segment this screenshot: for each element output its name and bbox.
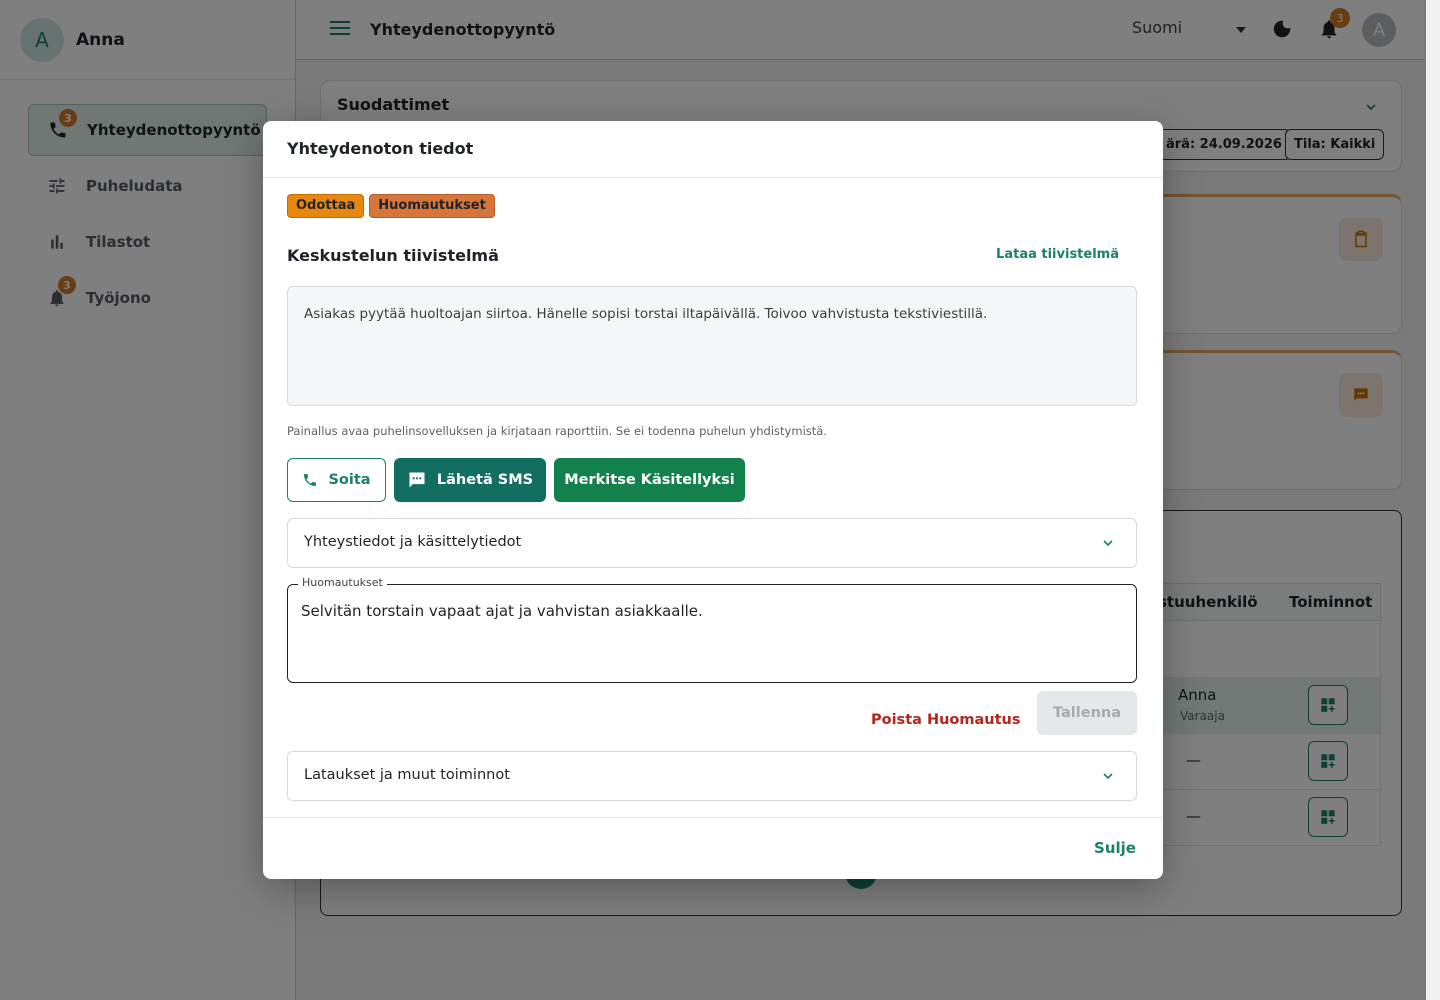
contact-details-dialog: Yhteydenoton tiedot Odottaa Huomautukset …	[263, 121, 1163, 879]
scrollbar[interactable]	[1426, 0, 1440, 1000]
dialog-title: Yhteydenoton tiedot	[263, 121, 1163, 178]
chevron-down-icon	[1100, 535, 1116, 555]
action-buttons: Soita Lähetä SMS Merkitse Käsitellyksi	[287, 458, 753, 502]
summary-title: Keskustelun tiivistelmä	[287, 246, 499, 265]
call-button-label: Soita	[328, 472, 371, 488]
mark-handled-button[interactable]: Merkitse Käsitellyksi	[554, 458, 745, 502]
downloads-accordion[interactable]: Lataukset ja muut toiminnot	[287, 751, 1137, 801]
status-badge: Odottaa	[287, 194, 365, 218]
sms-icon	[409, 472, 425, 488]
accordion-label: Yhteystiedot ja käsittelytiedot	[304, 534, 522, 550]
dialog-footer: Sulje	[263, 817, 1163, 879]
notes-input[interactable]: Selvitän torstain vapaat ajat ja vahvist…	[301, 602, 703, 620]
notes-field[interactable]: Huomautukset Selvitän torstain vapaat aj…	[287, 576, 1137, 683]
summary-text: Asiakas pyytää huoltoajan siirtoa. Hänel…	[287, 286, 1137, 406]
call-button[interactable]: Soita	[287, 458, 386, 502]
call-hint: Painallus avaa puhelinsovelluksen ja kir…	[287, 424, 827, 438]
delete-note-button[interactable]: Poista Huomautus	[871, 712, 1020, 728]
save-button[interactable]: Tallenna	[1037, 691, 1137, 735]
contact-info-accordion[interactable]: Yhteystiedot ja käsittelytiedot	[287, 518, 1137, 568]
chevron-down-icon	[1100, 768, 1116, 788]
notes-badge: Huomautukset	[369, 194, 495, 218]
close-button[interactable]: Sulje	[1094, 839, 1136, 857]
accordion-label: Lataukset ja muut toiminnot	[304, 767, 510, 783]
phone-icon	[304, 474, 317, 486]
send-sms-button[interactable]: Lähetä SMS	[394, 458, 546, 502]
dialog-body: Odottaa Huomautukset Keskustelun tiiviste…	[287, 194, 1137, 801]
notes-label: Huomautukset	[298, 576, 387, 589]
download-summary-link[interactable]: Lataa tiivistelmä	[996, 247, 1119, 262]
summary-header: Keskustelun tiivistelmä Lataa tiivistelm…	[287, 246, 1137, 270]
status-tags: Odottaa Huomautukset	[287, 194, 1137, 218]
send-sms-label: Lähetä SMS	[436, 472, 534, 488]
